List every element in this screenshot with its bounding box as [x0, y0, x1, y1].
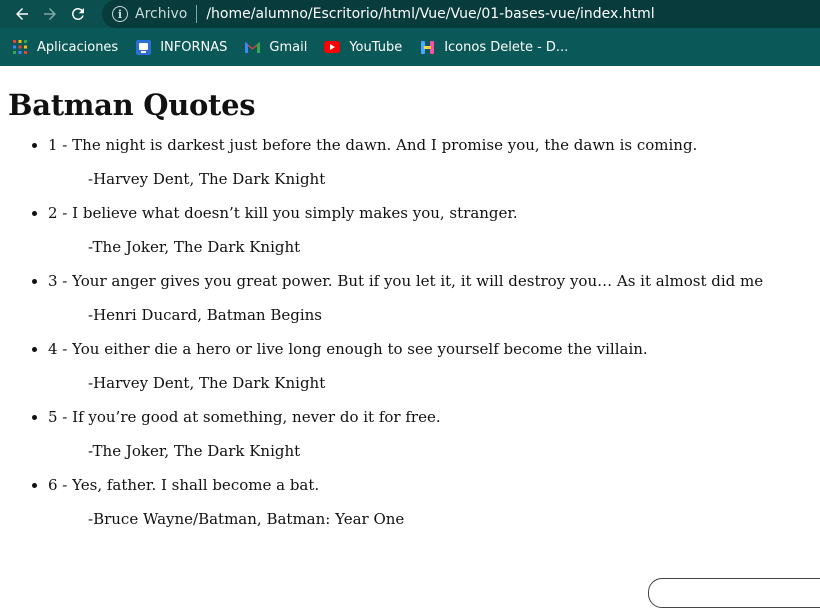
back-button[interactable] [8, 0, 36, 28]
quote-author: -The Joker, The Dark Knight [88, 238, 301, 256]
infornas-icon [135, 39, 151, 55]
bookmark-label: INFORNAS [160, 39, 228, 55]
bookmark-infornas[interactable]: INFORNAS [135, 39, 227, 55]
address-separator [196, 5, 198, 23]
quotes-list: 1 - The night is darkest just before the… [8, 136, 820, 528]
quote-item: 6 - Yes, father. I shall become a bat. -… [48, 476, 820, 528]
info-icon[interactable]: i [112, 6, 128, 22]
quote-text: 3 - Your anger gives you great power. Bu… [48, 272, 764, 290]
quote-text: 5 - If you’re good at something, never d… [48, 408, 441, 426]
bookmark-label: YouTube [349, 39, 403, 55]
bookmark-iconos-delete[interactable]: Iconos Delete - D... [419, 39, 568, 55]
quote-text: 4 - You either die a hero or live long e… [48, 340, 648, 358]
forward-button[interactable] [36, 0, 64, 28]
devtools-toggle-edge [648, 578, 820, 608]
apps-grid-icon [12, 39, 28, 55]
gmail-icon [244, 39, 260, 55]
quote-text: 6 - Yes, father. I shall become a bat. [48, 476, 320, 494]
address-bar[interactable]: i Archivo /home/alumno/Escritorio/html/V… [102, 0, 820, 28]
quote-item: 2 - I believe what doesn’t kill you simp… [48, 204, 820, 256]
browser-chrome: i Archivo /home/alumno/Escritorio/html/V… [0, 0, 820, 66]
url-text[interactable]: /home/alumno/Escritorio/html/Vue/Vue/01-… [206, 6, 654, 22]
quote-author: -Harvey Dent, The Dark Knight [88, 170, 326, 188]
browser-toolbar: i Archivo /home/alumno/Escritorio/html/V… [0, 0, 820, 28]
bookmarks-bar: Aplicaciones INFORNAS Gmail YouTube Icon… [0, 28, 820, 66]
quote-author: -Harvey Dent, The Dark Knight [88, 374, 326, 392]
quote-item: 3 - Your anger gives you great power. Bu… [48, 272, 820, 324]
quote-author: -Bruce Wayne/Batman, Batman: Year One [88, 510, 405, 528]
quote-item: 4 - You either die a hero or live long e… [48, 340, 820, 392]
arrow-right-icon [44, 8, 56, 20]
reload-button[interactable] [64, 0, 92, 28]
bookmark-label: Iconos Delete - D... [444, 39, 569, 55]
reload-icon [71, 7, 84, 20]
bookmark-label: Aplicaciones [37, 39, 119, 55]
bookmark-label: Gmail [269, 39, 308, 55]
quote-text: 2 - I believe what doesn’t kill you simp… [48, 204, 518, 222]
quote-item: 5 - If you’re good at something, never d… [48, 408, 820, 460]
bookmark-gmail[interactable]: Gmail [244, 39, 307, 55]
arrow-left-icon [16, 8, 28, 20]
quote-item: 1 - The night is darkest just before the… [48, 136, 820, 188]
page-content: Batman Quotes 1 - The night is darkest j… [0, 66, 820, 528]
bookmark-youtube[interactable]: YouTube [324, 39, 402, 55]
page-title: Batman Quotes [8, 88, 256, 122]
quote-text: 1 - The night is darkest just before the… [48, 136, 698, 154]
quote-author: -Henri Ducard, Batman Begins [88, 306, 323, 324]
iconos-delete-icon [419, 39, 435, 55]
youtube-icon [324, 39, 341, 55]
archivo-label: Archivo [135, 6, 188, 22]
bookmark-aplicaciones[interactable]: Aplicaciones [12, 39, 118, 55]
quote-author: -The Joker, The Dark Knight [88, 442, 301, 460]
